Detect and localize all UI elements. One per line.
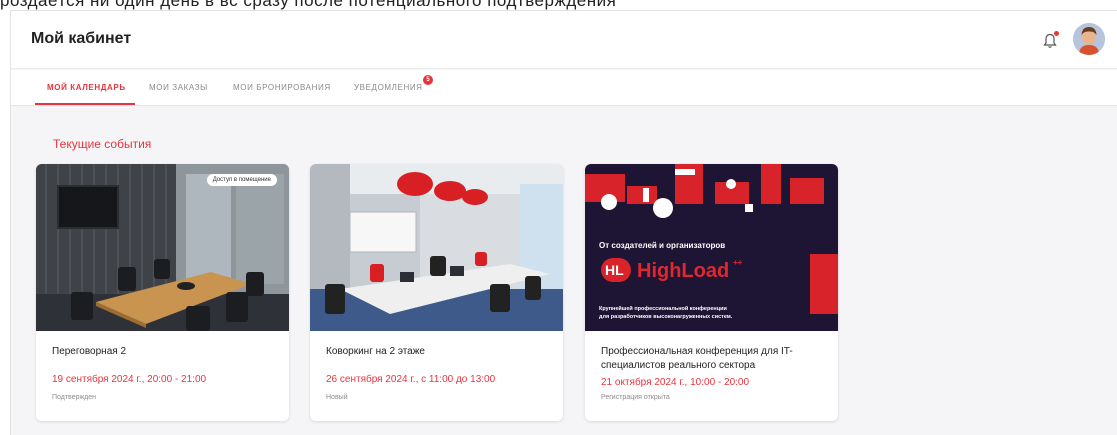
app-frame: Мой кабинет Мой календарь Мои заказы Мои… [10,10,1117,435]
card-image: От создателей и организаторов HL HighLoa… [585,164,838,331]
card-title: Профессиональная конференция для IT-спец… [601,346,793,371]
card-date: 26 сентября 2024 г., с 11:00 до 13:00 [326,374,496,385]
card-status: Подтвержден [52,394,97,401]
access-badge: Доступ в помещение [206,174,277,186]
tab-my-bookings[interactable]: Мои бронирования [233,70,331,106]
tab-my-calendar[interactable]: Мой календарь [47,70,126,106]
meeting-room-photo [36,164,289,331]
top-cropped-text-strip: роздаётся ни один день в вс сразу после … [0,0,1117,10]
event-card-coworking[interactable]: Коворкинг на 2 этаже 26 сентября 2024 г.… [310,164,563,421]
page-header: Мой кабинет [11,11,1117,69]
event-card-meeting-room[interactable]: Доступ в помещение Переговорная 2 19 сен… [36,164,289,421]
card-image [310,164,563,331]
user-avatar-icon [1073,23,1105,55]
card-date: 21 октября 2024 г., 10:00 - 20:00 [601,377,750,388]
tabs-bar: Мой календарь Мои заказы Мои бронировани… [11,70,1117,106]
notification-dot [1054,31,1059,36]
poster-brand-sup: ++ [733,258,743,267]
card-status: Регистрация открыта [601,394,670,401]
card-title: Коворкинг на 2 этаже [326,346,425,357]
active-tab-indicator [35,103,135,105]
tab-notifications[interactable]: Уведомления [354,70,423,106]
poster-brand: HighLoad [637,260,730,282]
page-title: Мой кабинет [31,30,132,47]
poster-tagline-1: Крупнейшей профессиональной конференции [599,306,727,312]
notifications-bell-button[interactable] [1043,31,1059,49]
notifications-count-badge: 5 [423,75,433,85]
coworking-photo [310,164,563,331]
tab-my-orders[interactable]: Мои заказы [149,70,208,106]
poster-logo: HL [605,262,624,278]
card-date: 19 сентября 2024 г., 20:00 - 21:00 [52,374,207,385]
poster-subtitle: От создателей и организаторов [599,241,726,250]
card-image: Доступ в помещение [36,164,289,331]
avatar[interactable] [1073,23,1105,55]
card-title: Переговорная 2 [52,346,127,357]
card-status: Новый [326,394,348,401]
event-card-conference[interactable]: От создателей и организаторов HL HighLoa… [585,164,838,421]
poster-tagline-2: для разработчиков высоконагруженных сист… [599,314,733,320]
section-title: Текущие события [53,137,152,151]
